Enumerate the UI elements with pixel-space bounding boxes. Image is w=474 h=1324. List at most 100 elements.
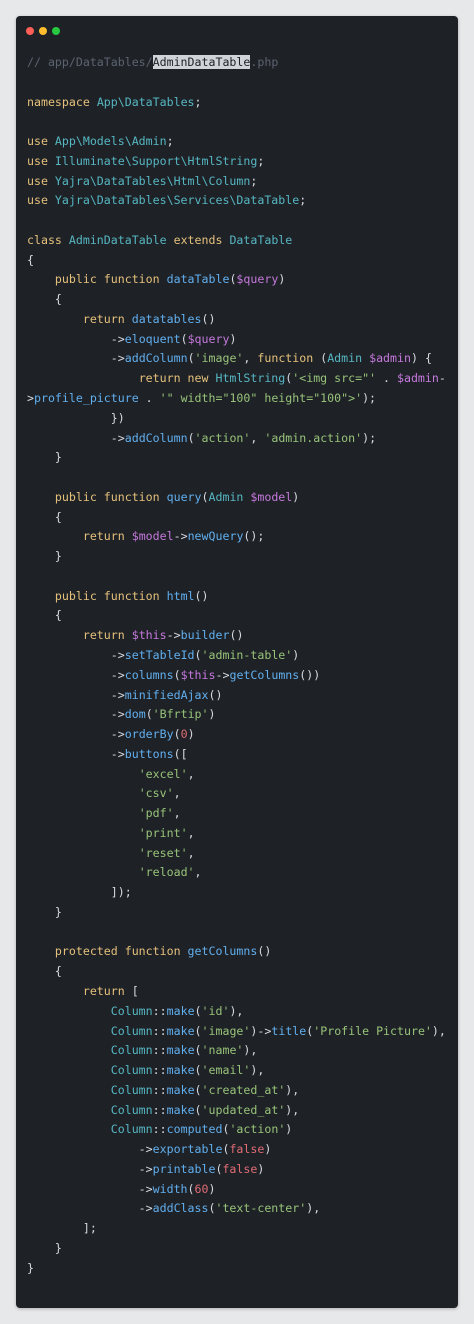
- code-token: ),: [229, 1003, 244, 1018]
- code-token: );: [362, 391, 377, 406]
- code-token: 'csv': [138, 786, 174, 801]
- code-token: '" width="100" height="100">': [159, 391, 363, 406]
- code-token: 'pdf': [138, 806, 174, 821]
- code-token: computed: [166, 1122, 223, 1137]
- code-line: return datatables(): [27, 310, 455, 330]
- code-token: AdminDataTable: [68, 232, 174, 247]
- code-token: Column: [110, 1003, 153, 1018]
- code-token: }: [27, 450, 62, 465]
- code-token: ;: [166, 134, 174, 149]
- code-token: class: [27, 232, 69, 247]
- code-token: return: [82, 628, 132, 643]
- code-token: }: [27, 1240, 62, 1255]
- maximize-dot[interactable]: [52, 27, 60, 35]
- code-line: ->buttons([: [27, 745, 455, 765]
- code-line: Column::make('id'),: [27, 1002, 455, 1022]
- code-token: $query: [236, 272, 279, 287]
- code-line: use Yajra\DataTables\Html\Column;: [27, 172, 455, 192]
- code-token: (: [180, 331, 188, 346]
- code-token: }): [27, 410, 125, 425]
- code-line: Column::make('updated_at'),: [27, 1101, 455, 1121]
- code-token: ->: [27, 746, 125, 761]
- code-token: ;: [257, 153, 265, 168]
- code-token: title: [271, 1023, 307, 1038]
- code-token: ,: [187, 845, 195, 860]
- code-token: {: [27, 509, 62, 524]
- minimize-dot[interactable]: [39, 27, 47, 35]
- code-token: 'print': [138, 825, 188, 840]
- code-token: Admin: [208, 489, 251, 504]
- code-token: 'image': [194, 351, 244, 366]
- code-token: 'image': [201, 1023, 251, 1038]
- code-line: 'csv',: [27, 784, 455, 804]
- code-token: $query: [187, 331, 230, 346]
- code-token: 'name': [201, 1043, 244, 1058]
- code-token: (: [187, 1181, 195, 1196]
- code-token: eloquent: [124, 331, 181, 346]
- code-token: ;: [194, 94, 202, 109]
- code-token: minifiedAjax: [124, 687, 209, 702]
- code-token: (: [194, 1102, 202, 1117]
- code-token: $this: [131, 628, 167, 643]
- code-window: // app/DataTables/AdminDataTable.php nam…: [16, 16, 458, 1308]
- code-token: width: [152, 1181, 188, 1196]
- code-line: Column::make('image')->title('Profile Pi…: [27, 1022, 455, 1042]
- code-token: 60: [194, 1181, 209, 1196]
- code-token: (: [194, 647, 202, 662]
- code-token: ->: [173, 529, 188, 544]
- code-token: ;: [299, 193, 307, 208]
- code-token: public function: [54, 489, 167, 504]
- code-token: builder: [180, 628, 230, 643]
- code-token: Column: [110, 1023, 153, 1038]
- code-token: ->: [27, 430, 125, 445]
- code-token: ,: [187, 825, 195, 840]
- code-token: ): [264, 1142, 272, 1157]
- code-token: ): [229, 331, 237, 346]
- code-token: getColumns: [229, 667, 300, 682]
- code-line: ->addColumn('image', function (Admin $ad…: [27, 349, 455, 369]
- code-token: ): [208, 707, 216, 722]
- code-line: Column::make('email'),: [27, 1061, 455, 1081]
- code-line: return $model->newQuery();: [27, 527, 455, 547]
- code-token: $admin: [396, 371, 439, 386]
- code-token: ),: [306, 1201, 321, 1216]
- code-token: (): [257, 944, 272, 959]
- code-line: use App\Models\Admin;: [27, 132, 455, 152]
- code-line: }): [27, 409, 455, 429]
- code-token: (): [201, 311, 216, 326]
- code-token: (: [194, 1043, 202, 1058]
- code-block: // app/DataTables/AdminDataTable.php nam…: [27, 53, 455, 1278]
- close-dot[interactable]: [26, 27, 34, 35]
- code-token: ,: [187, 766, 195, 781]
- code-token: printable: [152, 1161, 216, 1176]
- code-token: dom: [124, 707, 146, 722]
- code-token: .php: [250, 55, 279, 69]
- code-token: make: [166, 1043, 195, 1058]
- code-token: ()): [299, 667, 321, 682]
- code-token: ->: [166, 628, 181, 643]
- code-token: .: [138, 391, 160, 406]
- code-token: dataTable: [166, 272, 230, 287]
- code-token: profile_picture: [33, 391, 139, 406]
- code-token: }: [27, 1260, 34, 1275]
- code-token: .: [376, 371, 397, 386]
- code-line: ->columns($this->getColumns()): [27, 666, 455, 686]
- code-token: ::: [152, 1122, 167, 1137]
- code-token: {: [27, 964, 62, 979]
- code-line: Column::computed('action'): [27, 1120, 455, 1140]
- code-token: ::: [152, 1082, 167, 1097]
- code-token: (): [194, 588, 209, 603]
- code-line: Column::make('name'),: [27, 1041, 455, 1061]
- code-line: ->addColumn('action', 'admin.action');: [27, 429, 455, 449]
- code-line: }: [27, 1259, 455, 1279]
- code-token: ): [292, 647, 300, 662]
